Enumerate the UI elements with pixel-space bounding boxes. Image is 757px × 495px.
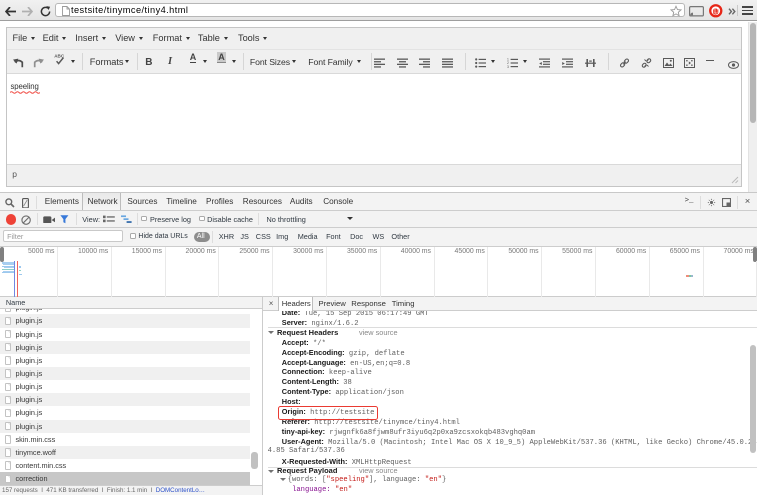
svg-text:3: 3: [507, 65, 509, 68]
